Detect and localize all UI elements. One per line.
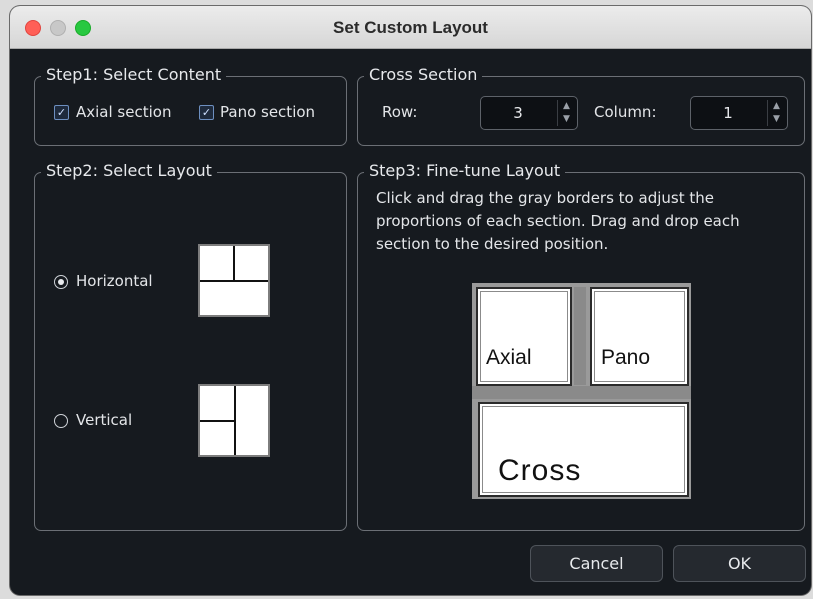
layout-preview: Axial Pano Cross bbox=[472, 283, 691, 499]
column-value: 1 bbox=[723, 104, 733, 122]
ok-button[interactable]: OK bbox=[673, 545, 806, 582]
pano-pane[interactable]: Pano bbox=[590, 287, 689, 386]
decrement-arrow-icon[interactable]: ▼ bbox=[561, 114, 572, 125]
vertical-layout-thumbnail[interactable] bbox=[198, 384, 270, 457]
cross-pane[interactable]: Cross bbox=[478, 402, 689, 497]
step3-description: Click and drag the gray borders to adjus… bbox=[376, 189, 740, 253]
window-title: Set Custom Layout bbox=[333, 18, 488, 37]
pano-section-checkbox[interactable]: ✓ bbox=[199, 105, 214, 120]
row-spinbox[interactable]: 3 ▲ ▼ bbox=[480, 96, 578, 130]
horizontal-splitter-handle[interactable] bbox=[472, 386, 691, 399]
axial-pane[interactable]: Axial bbox=[476, 287, 572, 386]
layout-divider bbox=[233, 246, 235, 280]
step2-group: Step2: Select Layout bbox=[34, 161, 347, 531]
axial-section-label[interactable]: Axial section bbox=[76, 103, 171, 121]
increment-arrow-icon[interactable]: ▲ bbox=[771, 101, 782, 112]
pano-pane-label: Pano bbox=[601, 346, 651, 369]
layout-divider bbox=[200, 420, 234, 422]
row-value: 3 bbox=[513, 104, 523, 122]
step1-legend: Step1: Select Content bbox=[41, 65, 227, 84]
column-spinbox[interactable]: 1 ▲ ▼ bbox=[690, 96, 788, 130]
checkmark-icon: ✓ bbox=[201, 106, 212, 119]
vertical-splitter-handle[interactable] bbox=[574, 287, 586, 385]
horizontal-radio[interactable] bbox=[54, 275, 68, 289]
step3-legend: Step3: Fine-tune Layout bbox=[364, 161, 566, 180]
column-label: Column: bbox=[594, 103, 657, 121]
axial-pane-label: Axial bbox=[486, 346, 532, 369]
row-label: Row: bbox=[382, 103, 418, 121]
pano-section-label[interactable]: Pano section bbox=[220, 103, 315, 121]
horizontal-layout-thumbnail[interactable] bbox=[198, 244, 270, 317]
cancel-button[interactable]: Cancel bbox=[530, 545, 663, 582]
layout-divider bbox=[200, 280, 268, 282]
layout-divider bbox=[234, 386, 236, 455]
horizontal-label[interactable]: Horizontal bbox=[76, 272, 153, 290]
cross-section-legend: Cross Section bbox=[364, 65, 483, 84]
cross-pane-label: Cross bbox=[498, 454, 582, 487]
checkmark-icon: ✓ bbox=[56, 106, 67, 119]
decrement-arrow-icon[interactable]: ▼ bbox=[771, 114, 782, 125]
increment-arrow-icon[interactable]: ▲ bbox=[561, 101, 572, 112]
vertical-label[interactable]: Vertical bbox=[76, 411, 132, 429]
axial-section-checkbox[interactable]: ✓ bbox=[54, 105, 69, 120]
vertical-radio[interactable] bbox=[54, 414, 68, 428]
step2-legend: Step2: Select Layout bbox=[41, 161, 217, 180]
title-bar: Set Custom Layout bbox=[10, 6, 811, 49]
